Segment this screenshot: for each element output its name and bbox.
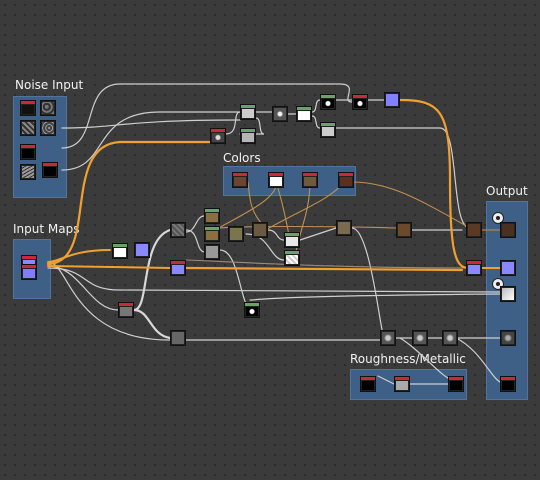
blend-node[interactable]: [118, 302, 134, 318]
color-node[interactable]: [252, 222, 268, 238]
wire: [351, 227, 385, 339]
normal-node[interactable]: [112, 243, 128, 259]
color-node[interactable]: [204, 208, 220, 224]
grayscale-node[interactable]: [284, 250, 300, 266]
grayscale-node[interactable]: [412, 330, 428, 346]
mask-node[interactable]: [210, 128, 226, 144]
noise-node[interactable]: [20, 144, 36, 160]
wire: [47, 265, 171, 269]
roughness-node[interactable]: [360, 376, 376, 392]
mask-node[interactable]: [320, 94, 336, 110]
wire: [47, 249, 111, 263]
metallic-node[interactable]: [448, 376, 464, 392]
wire: [398, 98, 470, 270]
grayscale-node[interactable]: [284, 232, 300, 248]
grayscale-node[interactable]: [442, 330, 458, 346]
wire: [311, 99, 321, 113]
output-node-basecolor-input[interactable]: [466, 222, 482, 238]
wire: [47, 265, 119, 311]
connection-wires: [46, 83, 501, 385]
color-node[interactable]: [396, 222, 412, 238]
output-node-normal-input[interactable]: [466, 260, 482, 276]
blend-node[interactable]: [170, 222, 186, 238]
noise-node[interactable]: [40, 120, 56, 136]
grayscale-node[interactable]: [240, 104, 256, 120]
wire: [185, 259, 471, 269]
normal-node[interactable]: [170, 260, 186, 276]
grayscale-node[interactable]: [204, 244, 220, 260]
color-node[interactable]: [268, 172, 284, 188]
mask-node[interactable]: [244, 302, 260, 318]
wire: [185, 229, 206, 253]
wire: [377, 375, 451, 385]
wire: [311, 115, 321, 129]
output-basecolor[interactable]: [500, 222, 516, 238]
noise-node[interactable]: [20, 120, 36, 136]
color-node[interactable]: [232, 172, 248, 188]
wire: [249, 293, 501, 301]
blend-node[interactable]: [272, 106, 288, 122]
wire: [225, 111, 241, 135]
wire: [267, 229, 285, 241]
noise-node[interactable]: [42, 162, 58, 178]
color-node[interactable]: [338, 172, 354, 188]
noise-node[interactable]: [20, 100, 36, 116]
grayscale-node[interactable]: [170, 330, 186, 346]
output-normal[interactable]: [500, 260, 516, 276]
grayscale-node[interactable]: [380, 330, 396, 346]
color-node[interactable]: [204, 226, 220, 242]
normal-node[interactable]: [134, 242, 150, 258]
color-node[interactable]: [336, 220, 352, 236]
input-map-node[interactable]: [21, 264, 37, 280]
wire: [219, 225, 397, 229]
grayscale-node[interactable]: [240, 128, 256, 144]
wire: [185, 215, 205, 233]
output-ao[interactable]: [500, 330, 516, 346]
wire: [46, 140, 214, 266]
node-graph-canvas[interactable]: Noise Input Input Maps Colors Output Rou…: [0, 0, 540, 480]
grayscale-node[interactable]: [296, 106, 312, 122]
output-metallic[interactable]: [500, 376, 516, 392]
wire: [247, 181, 263, 225]
wire: [132, 308, 172, 340]
wire: [47, 261, 171, 341]
color-node[interactable]: [302, 172, 318, 188]
color-node[interactable]: [228, 226, 244, 242]
wire: [47, 267, 501, 293]
wire: [299, 227, 337, 241]
noise-node[interactable]: [40, 100, 56, 116]
roughness-node[interactable]: [394, 376, 410, 392]
grayscale-node[interactable]: [320, 122, 336, 138]
mask-node[interactable]: [352, 94, 368, 110]
output-height[interactable]: [500, 286, 516, 302]
noise-node[interactable]: [20, 164, 36, 180]
wire: [184, 266, 464, 272]
wire: [219, 249, 253, 311]
normal-node[interactable]: [384, 92, 400, 108]
